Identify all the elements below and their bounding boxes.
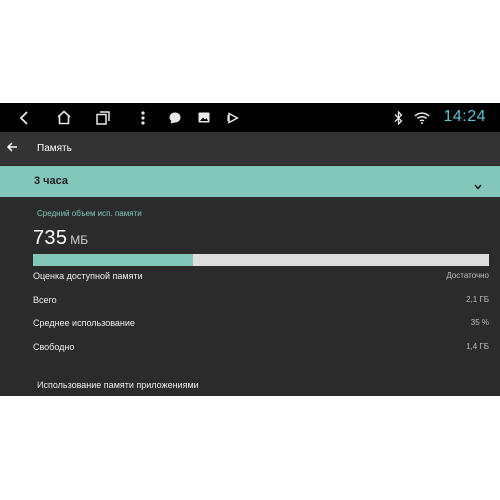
chevron-down-icon <box>474 177 482 195</box>
image-icon[interactable] <box>196 103 212 132</box>
memory-value-unit: МБ <box>70 233 89 247</box>
stat-value: 2,1 ГБ <box>466 295 489 304</box>
app-memory-usage-link[interactable]: Использование памяти приложениями <box>37 380 199 390</box>
recent-apps-icon[interactable] <box>93 103 113 132</box>
clock: 14:24 <box>443 108 486 125</box>
stat-row-free: Свободно 1,4 ГБ <box>33 342 489 356</box>
wifi-icon <box>413 103 431 132</box>
stat-label: Оценка доступной памяти <box>33 271 143 281</box>
memory-usage-fill <box>33 254 193 266</box>
back-arrow-icon[interactable] <box>6 140 18 158</box>
period-dropdown[interactable]: 3 часа <box>0 166 500 197</box>
period-selected: 3 часа <box>34 175 69 187</box>
back-icon[interactable] <box>14 103 34 132</box>
bluetooth-icon <box>391 103 405 132</box>
stat-label: Свободно <box>33 342 75 352</box>
home-icon[interactable] <box>53 103 75 132</box>
menu-dots-icon[interactable] <box>137 103 149 132</box>
stat-label: Среднее использование <box>33 318 135 328</box>
stat-row-availability: Оценка доступной памяти Достаточно <box>33 271 489 285</box>
stat-row-average-usage: Среднее использование 35 % <box>33 318 489 332</box>
average-memory-label: Средний объем исп. памяти <box>37 209 142 218</box>
stat-value: 1,4 ГБ <box>466 342 489 351</box>
average-memory-value: 735 МБ <box>33 227 88 250</box>
stat-row-total: Всего 2,1 ГБ <box>33 295 489 309</box>
play-icon[interactable] <box>225 103 241 132</box>
device-screen: 14:24 Память 3 часа Средний объем исп. п… <box>0 103 500 396</box>
stat-label: Всего <box>33 295 57 305</box>
memory-usage-bar <box>33 254 489 266</box>
navigation-bar: 14:24 <box>0 103 500 132</box>
page-title: Память <box>37 143 72 154</box>
memory-value-number: 735 <box>33 227 68 249</box>
stat-value: Достаточно <box>446 271 489 280</box>
chat-icon[interactable] <box>167 103 183 132</box>
stat-value: 35 % <box>470 318 489 327</box>
app-bar: Память <box>0 132 500 165</box>
